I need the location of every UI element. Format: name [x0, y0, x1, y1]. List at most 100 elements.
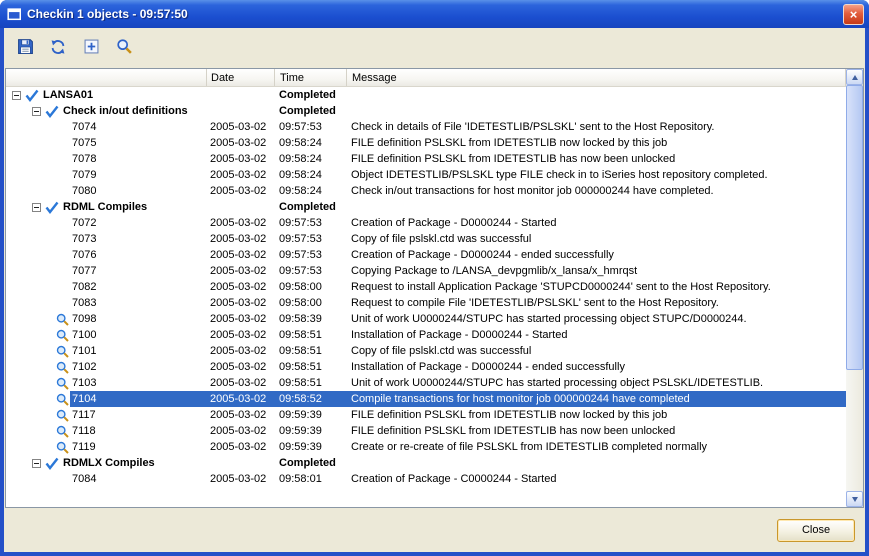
arrow-up-icon: [852, 75, 858, 80]
group-status: Completed: [274, 457, 346, 469]
cell-date: 2005-03-02: [206, 441, 274, 453]
expand-all-icon: [84, 39, 99, 57]
row-id: 7079: [72, 169, 96, 181]
table-row[interactable]: 7098 2005-03-02 09:58:39 Unit of work U0…: [6, 311, 846, 327]
table-row[interactable]: 7103 2005-03-02 09:58:51 Unit of work U0…: [6, 375, 846, 391]
row-id: 7102: [72, 361, 96, 373]
row-id: 7078: [72, 153, 96, 165]
tree-collapse-toggle[interactable]: [32, 459, 41, 468]
cell-time: 09:59:39: [274, 441, 346, 453]
table-row[interactable]: 7083 2005-03-02 09:58:00 Request to comp…: [6, 295, 846, 311]
cell-message: Check in details of File 'IDETESTLIB/PSL…: [346, 121, 846, 133]
toolbar: [4, 28, 865, 68]
close-window-button[interactable]: ×: [843, 4, 864, 25]
table-row[interactable]: 7118 2005-03-02 09:59:39 FILE definition…: [6, 423, 846, 439]
table-row[interactable]: 7075 2005-03-02 09:58:24 FILE definition…: [6, 135, 846, 151]
scrollbar-track[interactable]: [846, 85, 863, 491]
table-group-row[interactable]: RDMLX Compiles Completed: [6, 455, 846, 471]
cell-date: 2005-03-02: [206, 281, 274, 293]
header-time-column[interactable]: Time: [274, 69, 346, 86]
cell-time: 09:58:52: [274, 393, 346, 405]
table-row[interactable]: 7078 2005-03-02 09:58:24 FILE definition…: [6, 151, 846, 167]
cell-date: 2005-03-02: [206, 265, 274, 277]
cell-date: 2005-03-02: [206, 249, 274, 261]
cell-time: 09:58:24: [274, 137, 346, 149]
table-row[interactable]: 7079 2005-03-02 09:58:24 Object IDETESTL…: [6, 167, 846, 183]
table-row[interactable]: 7104 2005-03-02 09:58:52 Compile transac…: [6, 391, 846, 407]
group-label: RDMLX Compiles: [63, 457, 155, 469]
row-id: 7104: [72, 393, 96, 405]
cell-date: 2005-03-02: [206, 313, 274, 325]
vertical-scrollbar[interactable]: [846, 69, 863, 507]
find-icon: [116, 38, 133, 58]
table-row[interactable]: 7072 2005-03-02 09:57:53 Creation of Pac…: [6, 215, 846, 231]
scroll-down-button[interactable]: [846, 491, 863, 507]
table-row[interactable]: 7101 2005-03-02 09:58:51 Copy of file ps…: [6, 343, 846, 359]
cell-date: 2005-03-02: [206, 185, 274, 197]
row-id: 7117: [72, 409, 96, 421]
window-icon[interactable]: [7, 8, 22, 21]
table-group-row[interactable]: RDML Compiles Completed: [6, 199, 846, 215]
row-id: 7076: [72, 249, 96, 261]
titlebar[interactable]: Checkin 1 objects - 09:57:50 ×: [0, 0, 869, 28]
scroll-up-button[interactable]: [846, 69, 863, 85]
check-icon: [45, 457, 59, 470]
tree-collapse-toggle[interactable]: [32, 107, 41, 116]
table-row[interactable]: 7082 2005-03-02 09:58:00 Request to inst…: [6, 279, 846, 295]
magnifier-icon: [56, 377, 70, 390]
row-id: 7118: [72, 425, 96, 437]
table-row[interactable]: 7073 2005-03-02 09:57:53 Copy of file ps…: [6, 231, 846, 247]
cell-message: Compile transactions for host monitor jo…: [346, 393, 846, 405]
cell-time: 09:58:01: [274, 473, 346, 485]
row-id: 7075: [72, 137, 96, 149]
cell-time: 09:58:24: [274, 153, 346, 165]
table-row[interactable]: 7102 2005-03-02 09:58:51 Installation of…: [6, 359, 846, 375]
cell-message: Copying Package to /LANSA_devpgmlib/x_la…: [346, 265, 846, 277]
row-id: 7072: [72, 217, 96, 229]
cell-time: 09:58:51: [274, 361, 346, 373]
refresh-button[interactable]: [45, 36, 71, 60]
table-row[interactable]: 7117 2005-03-02 09:59:39 FILE definition…: [6, 407, 846, 423]
close-button[interactable]: Close: [777, 519, 855, 542]
cell-message: Request to install Application Package '…: [346, 281, 846, 293]
magnifier-icon: [56, 313, 70, 326]
header-message-column[interactable]: Message: [346, 69, 846, 86]
header-date-column[interactable]: Date: [206, 69, 274, 86]
cell-time: 09:58:00: [274, 281, 346, 293]
table-row[interactable]: 7119 2005-03-02 09:59:39 Create or re-cr…: [6, 439, 846, 455]
cell-date: 2005-03-02: [206, 137, 274, 149]
cell-message: Request to compile File 'IDETESTLIB/PSLS…: [346, 297, 846, 309]
row-id: 7080: [72, 185, 96, 197]
check-icon: [45, 105, 59, 118]
group-label: Check in/out definitions: [63, 105, 188, 117]
close-icon: ×: [850, 8, 858, 21]
tree-collapse-toggle[interactable]: [12, 91, 21, 100]
scrollbar-thumb[interactable]: [846, 85, 863, 370]
row-id: 7100: [72, 329, 96, 341]
cell-message: Unit of work U0000244/STUPC has started …: [346, 377, 846, 389]
cell-time: 09:58:00: [274, 297, 346, 309]
group-label: LANSA01: [43, 89, 93, 101]
expand-all-button[interactable]: [78, 36, 104, 60]
cell-date: 2005-03-02: [206, 425, 274, 437]
tree-collapse-toggle[interactable]: [32, 203, 41, 212]
table-row[interactable]: 7084 2005-03-02 09:58:01 Creation of Pac…: [6, 471, 846, 487]
magnifier-icon: [56, 425, 70, 438]
header-tree-column[interactable]: [6, 69, 206, 86]
table-row[interactable]: 7080 2005-03-02 09:58:24 Check in/out tr…: [6, 183, 846, 199]
table-group-row[interactable]: Check in/out definitions Completed: [6, 103, 846, 119]
table-row[interactable]: 7076 2005-03-02 09:57:53 Creation of Pac…: [6, 247, 846, 263]
cell-message: FILE definition PSLSKL from IDETESTLIB n…: [346, 409, 846, 421]
table-row[interactable]: 7100 2005-03-02 09:58:51 Installation of…: [6, 327, 846, 343]
row-id: 7073: [72, 233, 96, 245]
table-row[interactable]: 7077 2005-03-02 09:57:53 Copying Package…: [6, 263, 846, 279]
table-group-row[interactable]: LANSA01 Completed: [6, 87, 846, 103]
cell-message: Unit of work U0000244/STUPC has started …: [346, 313, 846, 325]
list-header: Date Time Message: [6, 69, 846, 87]
table-row[interactable]: 7074 2005-03-02 09:57:53 Check in detail…: [6, 119, 846, 135]
cell-date: 2005-03-02: [206, 409, 274, 421]
find-button[interactable]: [111, 36, 137, 60]
save-button[interactable]: [12, 36, 38, 60]
cell-message: Creation of Package - C0000244 - Started: [346, 473, 846, 485]
cell-date: 2005-03-02: [206, 233, 274, 245]
